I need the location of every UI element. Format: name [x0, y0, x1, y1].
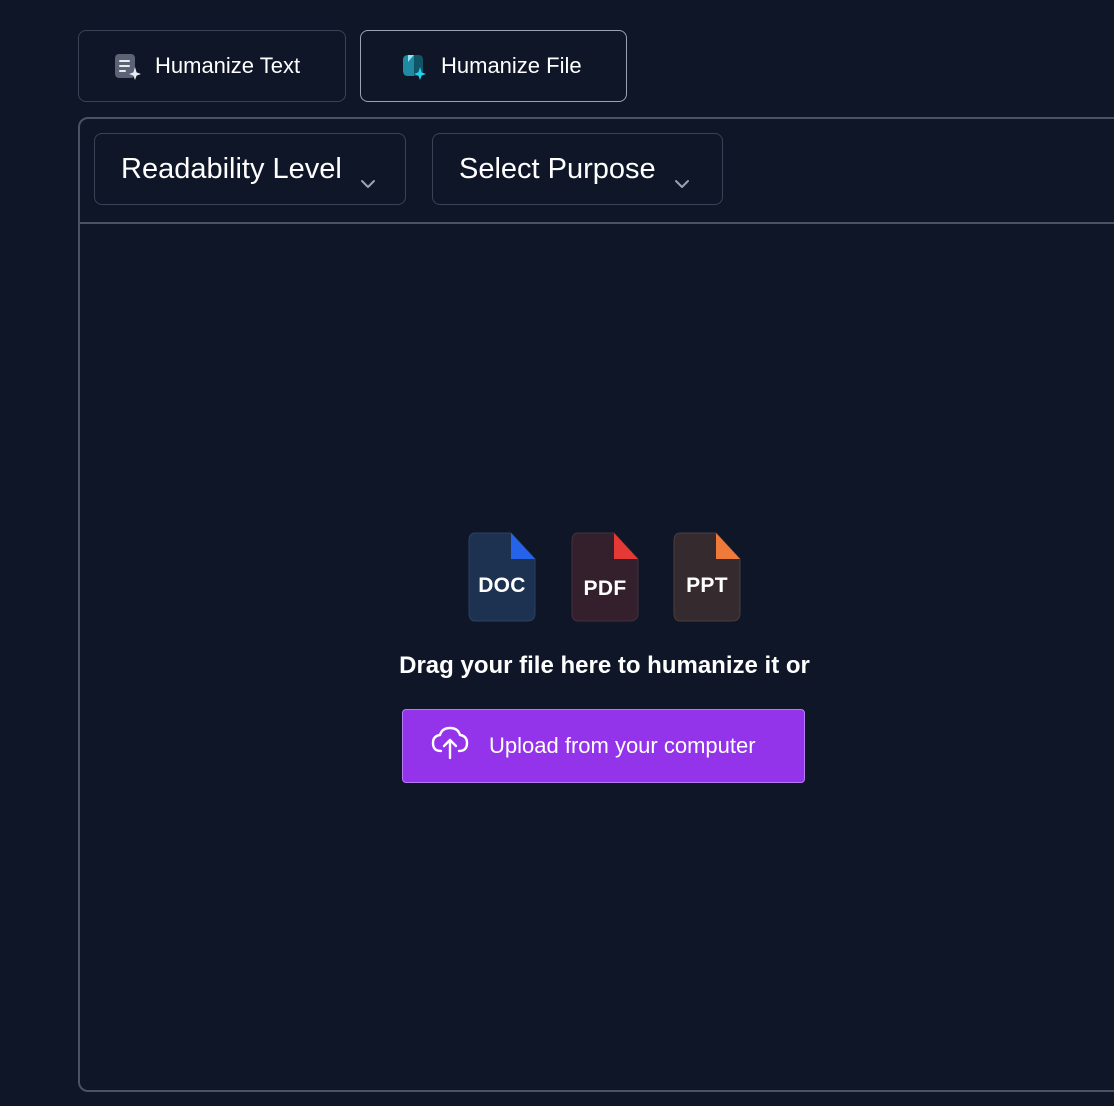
- doc-file-label: DOC: [478, 574, 526, 597]
- document-sparkle-icon: [113, 52, 141, 80]
- file-sparkle-icon: [399, 52, 427, 80]
- chevron-down-icon: [360, 164, 376, 188]
- drag-instruction: Drag your file here to humanize it or: [399, 652, 810, 679]
- upload-button-label: Upload from your computer: [489, 733, 756, 758]
- readability-level-label: Readability Level: [121, 152, 342, 185]
- ppt-file-label: PPT: [686, 574, 728, 597]
- readability-level-dropdown[interactable]: Readability Level: [94, 133, 406, 205]
- supported-file-types: DOC PDF PPT: [467, 531, 747, 623]
- options-toolbar: Readability Level Select Purpose: [80, 119, 1114, 224]
- file-drop-zone[interactable]: DOC PDF PPT Drag your file here to human…: [80, 224, 1114, 1090]
- select-purpose-label: Select Purpose: [459, 152, 656, 185]
- upload-button[interactable]: Upload from your computer: [402, 709, 805, 783]
- tab-humanize-file[interactable]: Humanize File: [360, 30, 627, 102]
- tab-humanize-text[interactable]: Humanize Text: [78, 30, 346, 102]
- humanize-panel: Readability Level Select Purpose DOC PDF…: [78, 117, 1114, 1092]
- chevron-down-icon: [674, 164, 690, 188]
- tab-humanize-text-label: Humanize Text: [155, 53, 301, 78]
- cloud-upload-icon: [431, 726, 469, 766]
- tab-humanize-file-label: Humanize File: [441, 53, 582, 78]
- ppt-file-icon: PPT: [672, 531, 742, 623]
- humanizer-page: Humanize Text Humanize File Readability …: [0, 0, 1114, 1106]
- pdf-file-icon: PDF: [570, 531, 640, 623]
- doc-file-icon: DOC: [467, 531, 537, 623]
- pdf-file-label: PDF: [583, 577, 627, 600]
- select-purpose-dropdown[interactable]: Select Purpose: [432, 133, 723, 205]
